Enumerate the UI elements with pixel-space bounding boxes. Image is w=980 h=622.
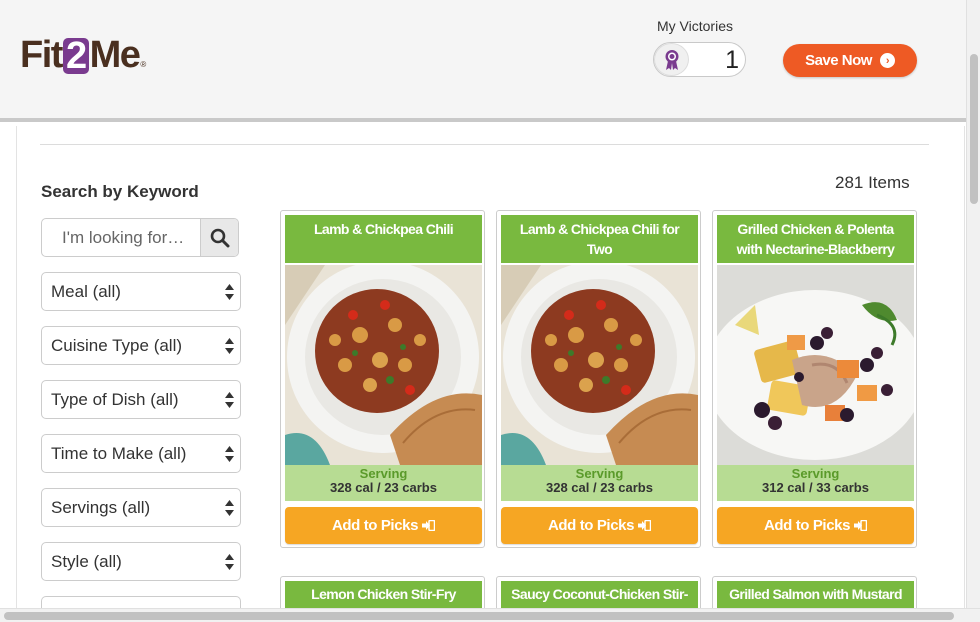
- content-divider: [40, 144, 929, 145]
- style-filter-value: Style (all): [51, 551, 122, 571]
- add-to-picks-label: Add to Picks: [331, 517, 419, 534]
- recipe-title[interactable]: Grilled Chicken & Polenta with Nectarine…: [717, 215, 914, 277]
- sign-in-icon: [854, 520, 868, 531]
- time-to-make-filter-value: Time to Make (all): [51, 443, 187, 463]
- vertical-scrollbar[interactable]: [966, 0, 980, 608]
- servings-filter-value: Servings (all): [51, 497, 151, 517]
- items-count: 281 Items: [835, 173, 910, 192]
- select-arrows-icon: [225, 554, 234, 570]
- logo-registered-mark: ®: [140, 60, 147, 69]
- nutrition-value: 312 cal / 33 carbs: [762, 480, 869, 495]
- save-now-button[interactable]: Save Now ›: [783, 44, 917, 77]
- type-of-dish-filter-select[interactable]: Type of Dish (all): [41, 380, 241, 419]
- recipe-card[interactable]: Grilled Chicken & Polenta with Nectarine…: [712, 210, 917, 548]
- cuisine-type-filter-value: Cuisine Type (all): [51, 335, 183, 355]
- recipe-card[interactable]: Lamb & Chickpea Chili Serving 328 cal / …: [280, 210, 485, 548]
- sign-in-icon: [422, 520, 436, 531]
- add-to-picks-button[interactable]: Add to Picks: [501, 507, 698, 544]
- page-header: Fit 2 Me ® My Victories 1 Save Now ›: [0, 0, 966, 122]
- my-victories-counter[interactable]: 1: [653, 42, 746, 77]
- ribbon-icon: [654, 43, 689, 76]
- recipe-nutrition: Serving 328 cal / 23 carbs: [501, 465, 698, 501]
- select-arrows-icon: [225, 338, 234, 354]
- my-victories-label: My Victories: [657, 18, 733, 34]
- add-to-picks-label: Add to Picks: [763, 517, 851, 534]
- horizontal-scrollbar[interactable]: [0, 608, 980, 622]
- serving-label: Serving: [791, 466, 840, 481]
- sign-in-icon: [638, 520, 652, 531]
- recipe-card[interactable]: Lamb & Chickpea Chili for Two Serving 32…: [496, 210, 701, 548]
- select-arrows-icon: [225, 392, 234, 408]
- servings-filter-select[interactable]: Servings (all): [41, 488, 241, 527]
- add-to-picks-button[interactable]: Add to Picks: [285, 507, 482, 544]
- recipe-title[interactable]: Lamb & Chickpea Chili for Two: [501, 215, 698, 263]
- meal-filter-select[interactable]: Meal (all): [41, 272, 241, 311]
- keyword-search: [41, 218, 239, 257]
- recipe-title[interactable]: Lamb & Chickpea Chili: [285, 215, 482, 263]
- serving-label: Serving: [575, 466, 624, 481]
- search-icon: [210, 228, 229, 247]
- recipe-photo[interactable]: [285, 265, 482, 465]
- select-arrows-icon: [225, 284, 234, 300]
- recipe-nutrition: Serving 312 cal / 33 carbs: [717, 465, 914, 501]
- vertical-scrollbar-thumb[interactable]: [970, 54, 978, 204]
- serving-label: Serving: [359, 466, 408, 481]
- nutrition-value: 328 cal / 23 carbs: [330, 480, 437, 495]
- keyword-search-input[interactable]: [42, 219, 202, 256]
- select-arrows-icon: [225, 500, 234, 516]
- victories-count: 1: [725, 46, 739, 74]
- recipe-photo[interactable]: [501, 265, 698, 465]
- logo-text-me: Me: [89, 34, 141, 76]
- nutrition-value: 328 cal / 23 carbs: [546, 480, 653, 495]
- fit2me-logo[interactable]: Fit 2 Me ®: [20, 34, 146, 77]
- type-of-dish-filter-value: Type of Dish (all): [51, 389, 179, 409]
- add-to-picks-label: Add to Picks: [547, 517, 635, 534]
- search-by-keyword-heading: Search by Keyword: [41, 182, 199, 201]
- time-to-make-filter-select[interactable]: Time to Make (all): [41, 434, 241, 473]
- meal-filter-value: Meal (all): [51, 281, 121, 301]
- chevron-right-circle-icon: ›: [879, 53, 895, 68]
- horizontal-scrollbar-thumb[interactable]: [4, 612, 954, 620]
- logo-text-fit: Fit: [20, 34, 63, 76]
- recipe-nutrition: Serving 328 cal / 23 carbs: [285, 465, 482, 501]
- save-now-label: Save Now: [805, 52, 872, 69]
- add-to-picks-button[interactable]: Add to Picks: [717, 507, 914, 544]
- select-arrows-icon: [225, 446, 234, 462]
- style-filter-select[interactable]: Style (all): [41, 542, 241, 581]
- recipe-photo[interactable]: [717, 265, 914, 465]
- logo-text-two: 2: [62, 37, 89, 75]
- search-button[interactable]: [200, 219, 238, 256]
- cuisine-type-filter-select[interactable]: Cuisine Type (all): [41, 326, 241, 365]
